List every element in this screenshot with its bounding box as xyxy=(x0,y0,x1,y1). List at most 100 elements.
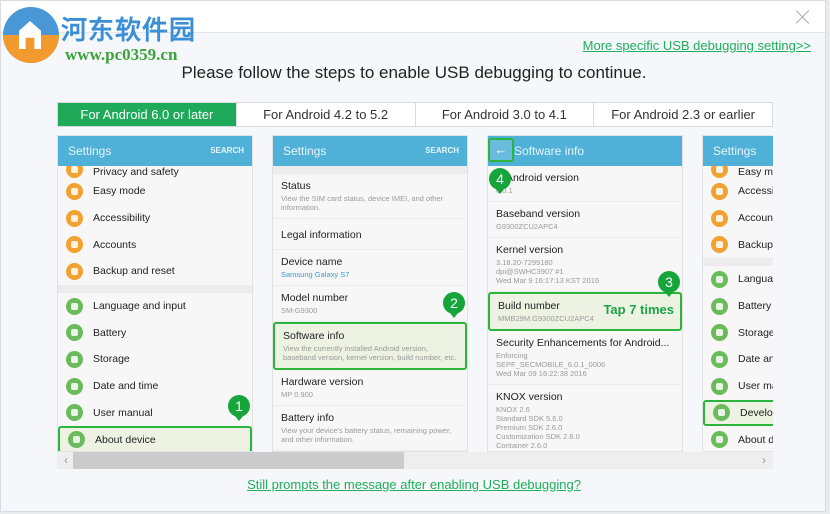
accessibility-icon xyxy=(711,182,728,200)
text-label: Legal information xyxy=(281,229,362,241)
text-label: View the currently installed Android ver… xyxy=(283,344,457,362)
list-item: Date and time xyxy=(703,346,773,373)
back-arrow-icon: ← xyxy=(488,138,514,162)
list-item: Easy mode xyxy=(703,166,773,178)
user-manual-icon xyxy=(66,404,83,422)
info-icon xyxy=(68,431,85,449)
step-badge-2: 2 xyxy=(443,292,465,318)
text-label: About device xyxy=(738,433,773,446)
text-label: View your device's battery status, remai… xyxy=(281,426,452,444)
more-usb-settings-link[interactable]: More specific USB debugging setting>> xyxy=(583,38,811,53)
text-label: Battery xyxy=(738,300,772,313)
text-label: Language and input xyxy=(738,273,773,286)
step-badge-3: 3 xyxy=(658,271,680,297)
text-label: Model number xyxy=(281,292,349,304)
list-item: Battery xyxy=(58,319,252,346)
privacy-icon xyxy=(66,166,83,178)
still-prompts-link[interactable]: Still prompts the message after enabling… xyxy=(1,477,827,492)
phone-header: Settings SEARCH xyxy=(58,136,252,166)
list-item: Storage xyxy=(703,319,773,346)
text-label: Language and input xyxy=(93,300,186,313)
text-label: Battery xyxy=(93,326,127,339)
text-label: Accessibility xyxy=(738,185,773,198)
tab-android-2-3[interactable]: For Android 2.3 or earlier xyxy=(593,103,772,126)
language-icon xyxy=(711,270,728,288)
scrollbar-thumb[interactable] xyxy=(73,452,404,469)
text-label: Security Enhancements for Android... xyxy=(496,337,670,349)
list-item: Accounts xyxy=(703,205,773,232)
text-label: Developer options xyxy=(740,406,773,419)
android-version-tabs: For Android 6.0 or later For Android 4.2… xyxy=(57,102,773,127)
battery-icon xyxy=(66,324,83,342)
text-label: User manual xyxy=(738,380,773,393)
tap-instruction: Tap 7 times xyxy=(603,302,674,317)
tab-android-3-0[interactable]: For Android 3.0 to 4.1 xyxy=(414,103,594,126)
phone-title: Settings xyxy=(713,144,757,158)
watermark-title: 河东软件园 xyxy=(61,16,197,46)
text-label: Accounts xyxy=(738,212,773,225)
list-item: Privacy and safety xyxy=(58,166,252,178)
text-label: Samsung Galaxy S7 xyxy=(281,270,350,279)
phone-search: SEARCH xyxy=(210,146,244,155)
list-item: Android version 6.0.1 xyxy=(488,166,682,202)
instruction-text: Please follow the steps to enable USB de… xyxy=(181,63,647,82)
text-label: Easy mode xyxy=(93,185,146,198)
phone-step-4: Settings Easy mode Accessibility Account… xyxy=(702,135,773,452)
text-label: KNOX 2.6 Standard SDK 5.6.0 Premium SDK … xyxy=(496,405,580,450)
text-label: 3.18.20-7299180 dpi@SWHC3907 #1 Wed Mar … xyxy=(496,258,600,285)
tab-android-4-2[interactable]: For Android 4.2 to 5.2 xyxy=(235,103,415,126)
text-label: Easy mode xyxy=(738,166,773,178)
tab-android-6[interactable]: For Android 6.0 or later xyxy=(58,103,236,126)
language-icon xyxy=(66,297,83,315)
list-item: Model number SM-G9300 xyxy=(273,286,467,322)
close-icon[interactable] xyxy=(795,9,811,25)
build-number-highlight: Build number MMB29M.G9300ZCU2APC4 Tap 7 ti… xyxy=(488,292,682,331)
text-label: User manual xyxy=(93,406,153,419)
text-label: KNOX version xyxy=(496,391,563,403)
accounts-icon xyxy=(66,236,83,254)
watermark-logo-icon xyxy=(3,7,59,63)
text-label: Storage xyxy=(93,353,130,366)
text-label: MP 0.900 xyxy=(281,390,313,399)
list-item: Accessibility xyxy=(703,178,773,205)
scroll-left-icon[interactable]: ‹ xyxy=(59,452,73,469)
text-label: Status xyxy=(281,180,311,192)
text-label: About device xyxy=(95,433,156,446)
text-label: Software info xyxy=(283,330,345,342)
list-item: Backup and reset xyxy=(58,258,252,285)
list-item: Backup and reset xyxy=(703,231,773,258)
list-item: User manual xyxy=(703,373,773,400)
text-label: Enforcing SEPF_SECMOBILE_6.0.1_0006 Wed … xyxy=(496,351,606,378)
user-manual-icon xyxy=(711,377,728,395)
list-item: Language and input xyxy=(58,293,252,320)
list-item: Device name Samsung Galaxy S7 xyxy=(273,250,467,286)
list-item: Kernel version 3.18.20-7299180 dpi@SWHC39… xyxy=(488,238,682,292)
text-label: SM-G9300 xyxy=(281,306,318,315)
phone-search: SEARCH xyxy=(425,146,459,155)
phone-title: Settings xyxy=(283,144,327,158)
backup-icon xyxy=(711,236,728,254)
phone-title: Settings xyxy=(68,144,112,158)
text-label: 6.0.1 xyxy=(496,186,513,195)
list-item: Security Enhancements for Android... Enfo… xyxy=(488,331,682,385)
accounts-icon xyxy=(711,209,728,227)
list-item: Storage xyxy=(58,346,252,373)
text-label: Device name xyxy=(281,256,343,268)
developer-icon xyxy=(713,404,730,422)
list-item: Baseband version G9300ZCU2APC4 xyxy=(488,202,682,238)
text-label: Storage xyxy=(738,326,773,339)
software-info-highlight: Software info View the currently installe… xyxy=(273,322,467,370)
list-item: User manual xyxy=(58,400,252,427)
watermark: 河东软件园 www.pc0359.cn xyxy=(3,7,213,65)
phone-step-3: ← Software info Android version 6.0.1 Bas… xyxy=(487,135,683,452)
text-label: Accessibility xyxy=(93,212,151,225)
list-item: Accessibility xyxy=(58,205,252,232)
scroll-right-icon[interactable]: › xyxy=(757,452,771,469)
text-label: Baseband version xyxy=(496,208,581,220)
text-label: G9300ZCU2APC4 xyxy=(496,222,558,231)
about-device-highlight: About device xyxy=(58,426,252,451)
divider xyxy=(58,284,252,293)
date-time-icon xyxy=(66,377,83,395)
horizontal-scrollbar[interactable]: ‹ › xyxy=(57,452,773,469)
list-item: Battery info View your device's battery s… xyxy=(273,406,467,451)
